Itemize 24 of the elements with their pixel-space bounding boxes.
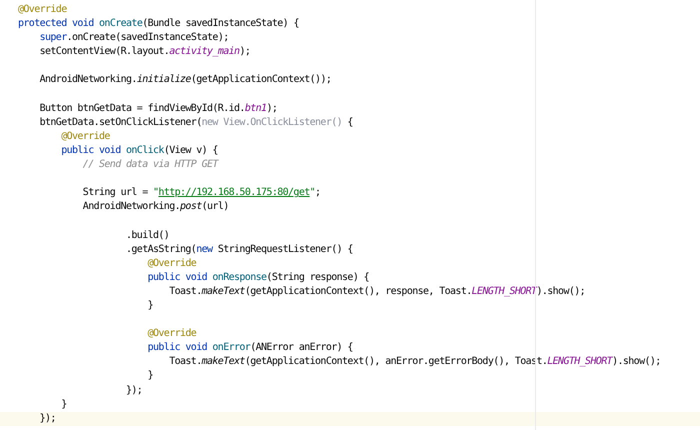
code-line: @Override <box>61 130 110 142</box>
code-line: Toast.makeText(getApplicationContext(), response, Toast.LENGTH_SHORT).show(); <box>169 286 586 297</box>
code-line: // Send data via HTTP GET <box>82 159 218 170</box>
code-line: super.onCreate(savedInstanceState); <box>40 32 229 44</box>
code-line: .getAsString(new StringRequestListener() { <box>126 244 353 255</box>
code-line: AndroidNetworking.initialize(getApplicationContext()); <box>40 74 332 86</box>
code-line: }); <box>126 384 142 396</box>
code-line: } <box>148 370 153 382</box>
code-line: @Override <box>148 258 196 269</box>
code-line: @Override <box>148 328 196 340</box>
code-line: String url = "http://192.168.50.175:80/get"; <box>82 187 320 198</box>
code-line: setContentView(R.layout.activity_main); <box>40 46 250 58</box>
code-line: public void onResponse(String response) { <box>148 272 370 283</box>
code-line: public void onError(ANError anError) { <box>148 342 353 354</box>
code-line: }); <box>40 412 56 424</box>
code-line: btnGetData.setOnClickListener(new View.OnClickListener() { <box>40 116 353 128</box>
code-line: .build() <box>126 230 170 240</box>
code-line: @Override <box>18 4 67 15</box>
code-line: public void onClick(View v) { <box>61 144 218 156</box>
code-line: Button btnGetData = findViewById(R.id.btn1); <box>40 102 278 114</box>
code-line: protected void onCreate(Bundle savedInstanceState) { <box>18 18 299 30</box>
code-line: } <box>61 398 67 410</box>
code-line: } <box>148 300 153 311</box>
code-line: AndroidNetworking.post(url) <box>82 201 229 212</box>
